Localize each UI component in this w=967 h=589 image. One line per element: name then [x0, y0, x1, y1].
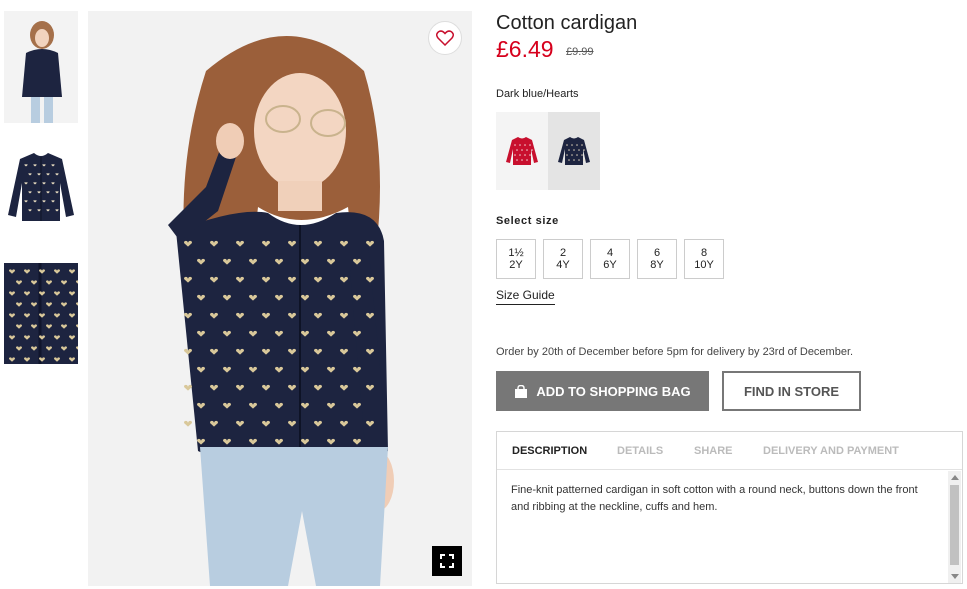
swatch-dark-blue[interactable] [548, 112, 600, 190]
swatch-red[interactable] [496, 112, 548, 190]
delivery-note: Order by 20th of December before 5pm for… [496, 346, 854, 358]
size-guide-link[interactable]: Size Guide [496, 288, 555, 305]
size-years: 4Y [556, 259, 570, 271]
size-years: 2Y [509, 259, 523, 271]
product-title: Cotton cardigan [496, 12, 638, 34]
tab-delivery-and-payment[interactable]: DELIVERY AND PAYMENT [763, 445, 899, 457]
original-price: £9.99 [566, 46, 594, 58]
size-years: 6Y [603, 259, 617, 271]
size-age: 1½ [508, 247, 524, 259]
cardigan-dark-blue-icon [558, 137, 590, 165]
size-option-8-10y[interactable]: 8 10Y [684, 239, 724, 279]
size-age: 6 [653, 247, 661, 259]
main-product-image [88, 11, 472, 586]
heart-icon [436, 30, 454, 46]
size-years: 8Y [650, 259, 664, 271]
size-age: 4 [606, 247, 614, 259]
size-option-6-8y[interactable]: 6 8Y [637, 239, 677, 279]
cardigan-photo-icon [4, 137, 78, 235]
model-photo-icon [4, 11, 78, 123]
find-in-store-button[interactable]: FIND IN STORE [722, 371, 861, 411]
fullscreen-button[interactable] [432, 546, 462, 576]
description-scrollbar[interactable] [948, 471, 961, 583]
size-option-2-4y[interactable]: 2 4Y [543, 239, 583, 279]
selected-color-name: Dark blue/Hearts [496, 88, 579, 100]
fullscreen-icon [440, 554, 454, 568]
thumbnail-flat-front[interactable] [4, 137, 78, 235]
fabric-photo-icon [4, 263, 78, 364]
favorite-button[interactable] [428, 21, 462, 55]
select-size-label: Select size [496, 215, 559, 227]
size-age: 8 [700, 247, 708, 259]
tab-details[interactable]: DETAILS [617, 445, 663, 457]
size-years: 10Y [694, 259, 714, 271]
model-photo-icon [88, 11, 472, 586]
add-to-bag-button[interactable]: ADD TO SHOPPING BAG [496, 371, 709, 411]
size-age: 2 [559, 247, 567, 259]
add-to-bag-label: ADD TO SHOPPING BAG [536, 383, 691, 399]
scroll-down-arrow-icon[interactable] [951, 574, 959, 579]
heart-pattern-icon [583, 159, 585, 161]
tab-bar: DESCRIPTION DETAILS SHARE DELIVERY AND P… [497, 432, 962, 470]
thumbnail-model-front[interactable] [4, 11, 78, 123]
size-option-4-6y[interactable]: 4 6Y [590, 239, 630, 279]
heart-pattern-icon [531, 159, 533, 161]
cardigan-red-icon [506, 137, 538, 165]
scroll-up-arrow-icon[interactable] [951, 475, 959, 480]
tab-share[interactable]: SHARE [694, 445, 733, 457]
tab-description[interactable]: DESCRIPTION [512, 445, 587, 457]
thumbnail-fabric-detail[interactable] [4, 263, 78, 364]
product-price: £6.49 [496, 36, 554, 62]
description-text: Fine-knit patterned cardigan in soft cot… [511, 484, 918, 513]
shopping-bag-icon [515, 384, 528, 398]
product-info-tabs: DESCRIPTION DETAILS SHARE DELIVERY AND P… [496, 431, 963, 584]
size-option-1-5-2y[interactable]: 1½ 2Y [496, 239, 536, 279]
scrollbar-thumb[interactable] [950, 485, 959, 565]
